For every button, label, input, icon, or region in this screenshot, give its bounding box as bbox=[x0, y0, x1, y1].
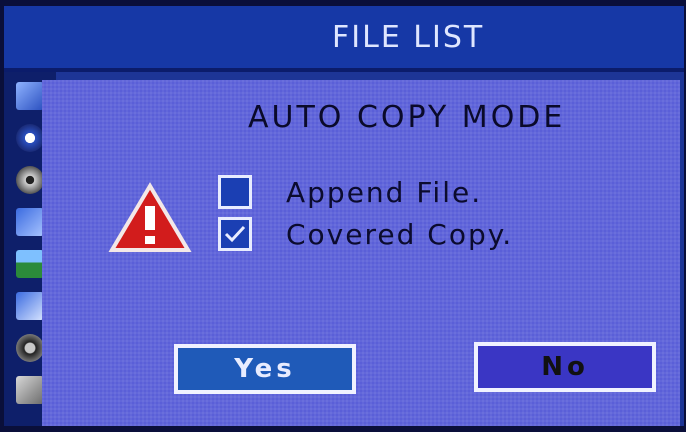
screen: FILE LIST AUTO COPY MODE Append File. Co… bbox=[4, 6, 684, 426]
edit-icon[interactable] bbox=[16, 376, 44, 404]
film-reel-icon[interactable] bbox=[16, 166, 44, 194]
covered-copy-checkbox[interactable] bbox=[218, 217, 252, 251]
photo-icon[interactable] bbox=[16, 250, 44, 278]
dialog-heading: AUTO COPY MODE bbox=[248, 100, 566, 135]
option-covered-copy[interactable]: Covered Copy. bbox=[218, 214, 513, 254]
warning-icon bbox=[108, 182, 192, 258]
movie-icon[interactable] bbox=[16, 208, 44, 236]
option-append-file[interactable]: Append File. bbox=[218, 172, 482, 212]
append-file-label: Append File. bbox=[286, 175, 483, 209]
append-file-checkbox[interactable] bbox=[218, 175, 252, 209]
title-bar: FILE LIST bbox=[4, 6, 684, 72]
tv-icon[interactable] bbox=[16, 82, 44, 110]
auto-copy-dialog: AUTO COPY MODE Append File. Covered Copy… bbox=[42, 80, 680, 426]
video-icon[interactable] bbox=[16, 124, 44, 152]
window-title: FILE LIST bbox=[332, 20, 485, 55]
picture-icon[interactable] bbox=[16, 292, 44, 320]
covered-copy-label: Covered Copy. bbox=[286, 217, 514, 251]
check-icon bbox=[224, 225, 246, 243]
no-button[interactable]: No bbox=[474, 342, 656, 392]
speaker-icon[interactable] bbox=[16, 334, 44, 362]
yes-button[interactable]: Yes bbox=[174, 344, 356, 394]
